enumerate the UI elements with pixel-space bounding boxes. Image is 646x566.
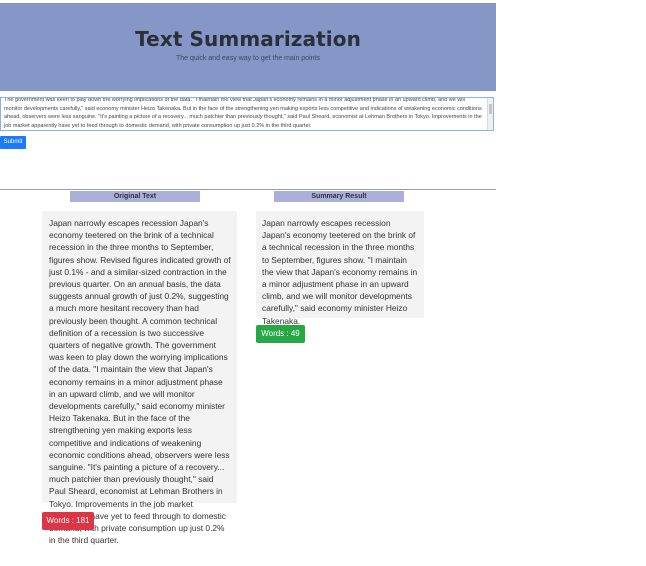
page-title: Text Summarization (135, 27, 361, 51)
original-text-panel: Japan narrowly escapes recession Japan's… (42, 211, 237, 545)
header-banner: Text Summarization The quick and easy wa… (0, 3, 496, 91)
scrollbar-thumb[interactable] (489, 104, 492, 114)
summary-result-panel: Japan narrowly escapes recession Japan's… (256, 211, 424, 326)
submit-button[interactable]: Submit (0, 136, 26, 149)
input-scrollbar[interactable] (487, 98, 493, 130)
summary-result-label: Summary Result (274, 191, 404, 202)
summary-word-count-badge: Words : 49 (256, 325, 305, 343)
summary-text-body: Japan narrowly escapes recession Japan's… (262, 218, 418, 326)
section-divider (0, 189, 496, 190)
original-text-label: Original Text (70, 191, 200, 202)
text-input-area[interactable]: The government was keen to play down the… (0, 97, 494, 131)
original-text-body: Japan narrowly escapes recession Japan's… (49, 218, 231, 546)
text-input-value[interactable]: The government was keen to play down the… (4, 98, 483, 130)
page-subtitle: The quick and easy way to get the main p… (176, 55, 320, 62)
original-word-count-badge: Words : 181 (42, 512, 94, 530)
